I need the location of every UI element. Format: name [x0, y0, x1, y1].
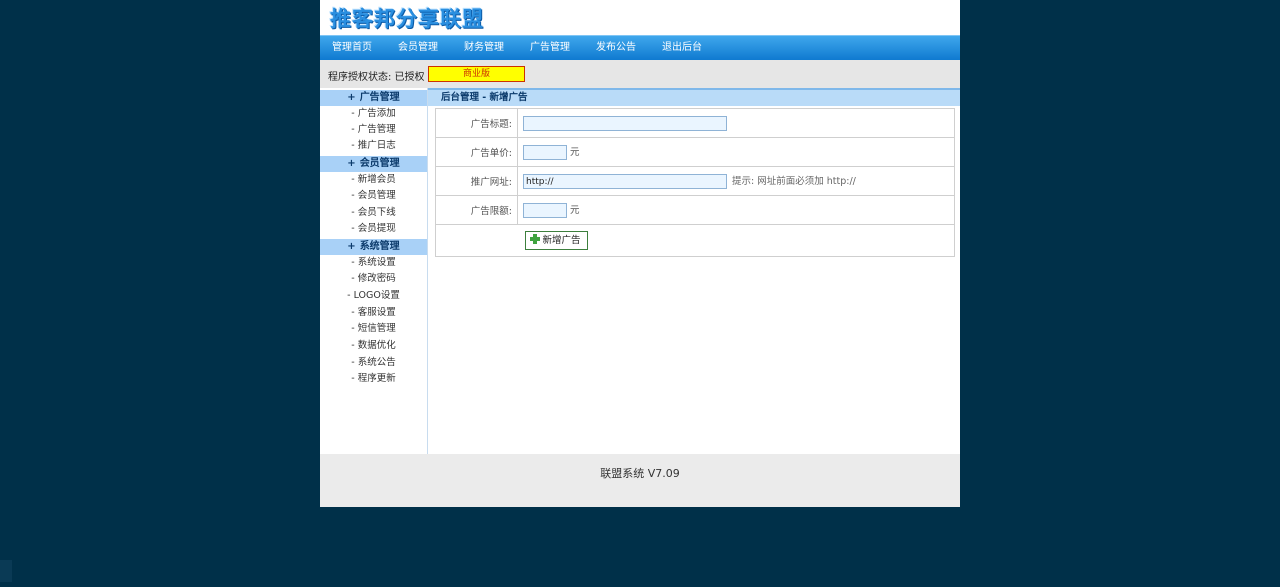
- promo-url-label: 推广网址:: [435, 166, 518, 196]
- limit-unit: 元: [570, 205, 580, 216]
- site-logo: 推客邦分享联盟: [330, 7, 484, 31]
- ad-limit-label: 广告限额:: [435, 195, 518, 225]
- sidebar-item-system-settings[interactable]: - 系统设置: [320, 255, 427, 271]
- sidebar-item-label: 系统设置: [357, 257, 396, 268]
- submit-spacer: [435, 224, 518, 257]
- sidebar-item-sms[interactable]: - 短信管理: [320, 321, 427, 337]
- sidebar-item-label: 程序更新: [357, 373, 396, 384]
- sidebar-item-label: 客服设置: [357, 307, 396, 318]
- sidebar: + 广告管理 - 广告添加 - 广告管理 - 推广日志 + 会员管理 - 新增会员 …: [320, 88, 428, 454]
- sidebar-item-label: 广告管理: [357, 124, 396, 135]
- footer-version: 联盟系统 V7.09: [600, 467, 680, 480]
- form-row-url: 推广网址: 提示: 网址前面必须加 http://: [435, 166, 955, 196]
- sidebar-item-label: LOGO设置: [353, 290, 400, 301]
- sidebar-item-logo-settings[interactable]: - LOGO设置: [320, 288, 427, 304]
- plus-icon: +: [347, 158, 356, 169]
- ad-title-input[interactable]: [523, 115, 727, 131]
- sidebar-item-label: 会员管理: [357, 190, 396, 201]
- add-ad-button[interactable]: 新增广告: [524, 231, 588, 250]
- sidebar-item-label: 推广日志: [357, 140, 396, 151]
- sidebar-item-update[interactable]: - 程序更新: [320, 371, 427, 387]
- sidebar-item-label: 新增会员: [357, 174, 396, 185]
- sidebar-item-downline[interactable]: - 会员下线: [320, 205, 427, 221]
- license-status-label: 程序授权状态: 已授权: [328, 72, 425, 83]
- ad-limit-input[interactable]: [523, 203, 567, 218]
- form-row-price: 广告单价: 元: [435, 137, 955, 167]
- logo-bar: 推客邦分享联盟: [320, 0, 960, 35]
- ad-price-cell: 元: [517, 137, 955, 167]
- sidebar-item-label: 会员下线: [357, 207, 396, 218]
- sidebar-item-label: 广告添加: [357, 108, 396, 119]
- page-title-bar: 后台管理 - 新增广告: [428, 88, 960, 106]
- plus-icon: +: [347, 241, 356, 252]
- ad-price-label: 广告单价:: [435, 137, 518, 167]
- ad-limit-cell: 元: [517, 195, 955, 225]
- promo-url-cell: 提示: 网址前面必须加 http://: [517, 166, 955, 196]
- url-hint: 提示: 网址前面必须加 http://: [732, 176, 856, 187]
- form-row-submit: 新增广告: [435, 224, 955, 257]
- ad-price-input[interactable]: [523, 145, 567, 160]
- sidebar-group-system[interactable]: + 系统管理: [320, 239, 427, 255]
- sidebar-item-new-member[interactable]: - 新增会员: [320, 172, 427, 188]
- footer: 联盟系统 V7.09: [320, 454, 960, 507]
- plus-icon: +: [347, 92, 356, 103]
- corner-widget[interactable]: [0, 560, 12, 582]
- nav-item-finance[interactable]: 财务管理: [464, 36, 504, 60]
- nav-item-announce[interactable]: 发布公告: [596, 36, 636, 60]
- license-bar: 程序授权状态: 已授权 商业版: [320, 60, 960, 88]
- nav-item-members[interactable]: 会员管理: [398, 36, 438, 60]
- page-title: 后台管理 - 新增广告: [441, 92, 528, 103]
- new-ad-form: 广告标题: 广告单价: 元 推广网址: 提示: 网址前面必须加 http:// …: [435, 108, 955, 257]
- form-row-title: 广告标题:: [435, 108, 955, 138]
- sidebar-item-service-settings[interactable]: - 客服设置: [320, 305, 427, 321]
- add-ad-button-label: 新增广告: [542, 235, 581, 246]
- admin-window: 推客邦分享联盟 管理首页 会员管理 财务管理 广告管理 发布公告 退出后台 程序…: [320, 0, 960, 507]
- submit-cell: 新增广告: [517, 224, 955, 257]
- sidebar-item-label: 会员提现: [357, 223, 396, 234]
- nav-item-ads[interactable]: 广告管理: [530, 36, 570, 60]
- sidebar-item-manage-members[interactable]: - 会员管理: [320, 188, 427, 204]
- form-row-limit: 广告限额: 元: [435, 195, 955, 225]
- price-unit: 元: [570, 147, 580, 158]
- sidebar-item-withdraw[interactable]: - 会员提现: [320, 221, 427, 237]
- sidebar-item-announcement[interactable]: - 系统公告: [320, 355, 427, 371]
- nav-item-logout[interactable]: 退出后台: [662, 36, 702, 60]
- plus-icon: [529, 234, 540, 244]
- top-nav: 管理首页 会员管理 财务管理 广告管理 发布公告 退出后台: [320, 35, 960, 61]
- sidebar-item-manage-ads[interactable]: - 广告管理: [320, 122, 427, 138]
- main-panel: 后台管理 - 新增广告 广告标题: 广告单价: 元 推广网址: 提示: 网址前面…: [428, 88, 960, 454]
- sidebar-item-label: 修改密码: [357, 273, 396, 284]
- ad-title-cell: [517, 108, 955, 138]
- sidebar-group-ads[interactable]: + 广告管理: [320, 90, 427, 106]
- ad-title-label: 广告标题:: [435, 108, 518, 138]
- sidebar-item-label: 数据优化: [357, 340, 396, 351]
- sidebar-item-promo-log[interactable]: - 推广日志: [320, 138, 427, 154]
- sidebar-group-title: 系统管理: [359, 241, 400, 252]
- sidebar-item-label: 系统公告: [357, 357, 396, 368]
- sidebar-group-title: 广告管理: [359, 92, 400, 103]
- sidebar-group-members[interactable]: + 会员管理: [320, 156, 427, 172]
- sidebar-group-title: 会员管理: [359, 158, 400, 169]
- nav-item-home[interactable]: 管理首页: [332, 36, 372, 60]
- sidebar-item-db-optimize[interactable]: - 数据优化: [320, 338, 427, 354]
- sidebar-item-label: 短信管理: [357, 323, 396, 334]
- license-badge: 商业版: [428, 66, 525, 82]
- sidebar-item-add-ad[interactable]: - 广告添加: [320, 106, 427, 122]
- promo-url-input[interactable]: [523, 174, 727, 189]
- sidebar-item-change-password[interactable]: - 修改密码: [320, 271, 427, 287]
